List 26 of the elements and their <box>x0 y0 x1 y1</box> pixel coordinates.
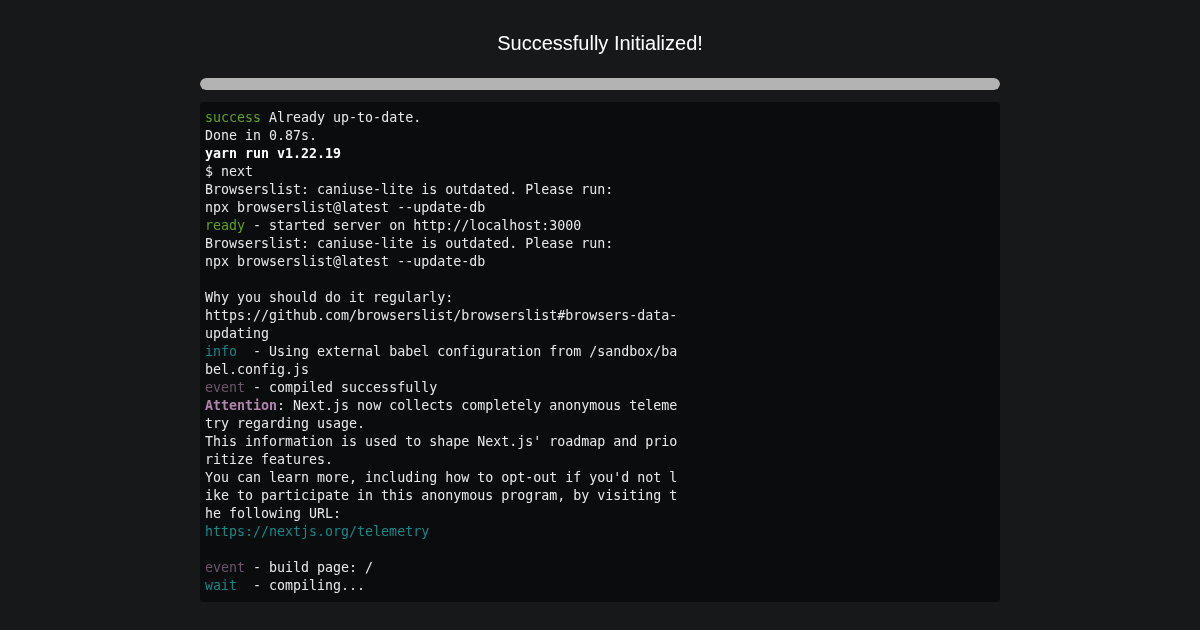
terminal-line: yarn run v1.22.19 <box>205 146 342 161</box>
terminal-line: Browserslist: caniuse-lite is outdated. Please run: <box>205 182 614 197</box>
terminal-line: Attention: Next.js now collects completely anonymous teleme <box>205 398 678 413</box>
terminal-line: Done in 0.87s. <box>205 128 318 143</box>
terminal-line: updating <box>205 326 270 341</box>
terminal-line: bel.config.js <box>205 362 310 377</box>
terminal-link[interactable]: https://nextjs.org/telemetry <box>205 524 430 539</box>
terminal-line: Why you should do it regularly: <box>205 290 454 305</box>
terminal-line: ritize features. <box>205 452 334 467</box>
terminal-line: ready - started server on http://localhost:3000 <box>205 218 582 233</box>
terminal-line: ike to participate in this anonymous program, by visiting t <box>205 488 678 503</box>
terminal-line: he following URL: <box>205 506 342 521</box>
terminal-line: You can learn more, including how to opt-out if you'd not l <box>205 470 678 485</box>
terminal-line: npx browserslist@latest --update-db <box>205 254 486 269</box>
terminal-line: event - build page: / <box>205 560 374 575</box>
terminal-line: event - compiled successfully <box>205 380 438 395</box>
terminal-line: success Already up-to-date. <box>205 110 422 125</box>
terminal-line: npx browserslist@latest --update-db <box>205 200 486 215</box>
page-title: Successfully Initialized! <box>497 31 703 56</box>
terminal-line: This information is used to shape Next.js' roadmap and prio <box>205 434 678 449</box>
terminal-line: info - Using external babel configuration from /sandbox/ba <box>205 344 678 359</box>
terminal-line: try regarding usage. <box>205 416 366 431</box>
terminal-line: https://github.com/browserslist/browserslist#browsers-data- <box>205 308 678 323</box>
terminal-line: $ next <box>205 164 254 179</box>
terminal-line: Browserslist: caniuse-lite is outdated. Please run: <box>205 236 614 251</box>
terminal-line: wait - compiling... <box>205 578 366 593</box>
